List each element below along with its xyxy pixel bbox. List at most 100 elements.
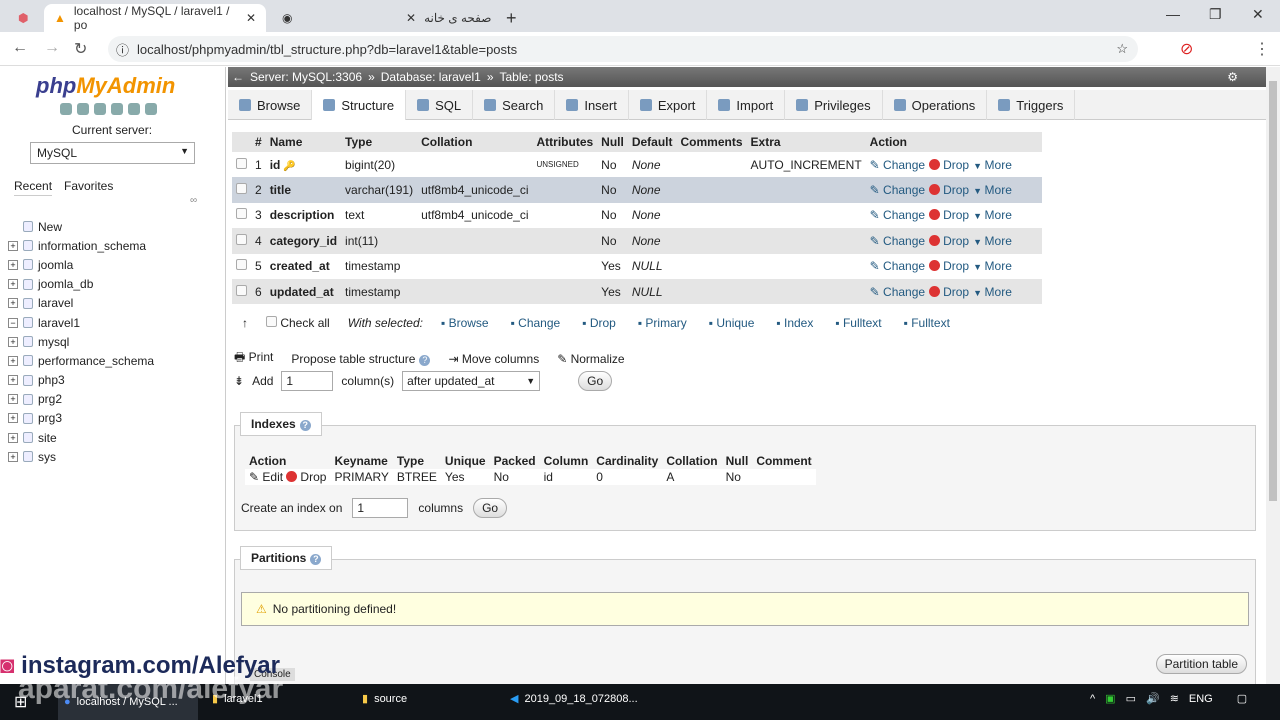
tab-triggers[interactable]: Triggers bbox=[987, 90, 1076, 120]
sidebar-item-performance-schema[interactable]: + performance_schema bbox=[8, 351, 154, 370]
column-name[interactable]: updated_at bbox=[265, 278, 342, 305]
expand-icon[interactable]: + bbox=[8, 413, 18, 424]
database-name[interactable]: laravel1 bbox=[38, 316, 80, 330]
bulk-fulltext-button[interactable]: ▪ Fulltext bbox=[904, 316, 950, 330]
row-checkbox[interactable] bbox=[236, 157, 247, 169]
more-link[interactable]: ▼ More bbox=[973, 183, 1012, 197]
volume-icon[interactable]: 🔊 bbox=[1146, 692, 1160, 705]
expand-icon[interactable]: + bbox=[8, 279, 18, 290]
docs-icon[interactable] bbox=[111, 103, 123, 115]
database-name[interactable]: joomla_db bbox=[38, 277, 93, 291]
drop-link[interactable]: Drop bbox=[929, 158, 969, 172]
column-name[interactable]: category_id bbox=[265, 228, 342, 254]
sidebar-item-joomla[interactable]: + joomla bbox=[8, 255, 154, 274]
settings-icon[interactable] bbox=[128, 103, 140, 115]
globe-tab-icon[interactable]: ◉ bbox=[272, 4, 302, 32]
logout-icon[interactable] bbox=[77, 103, 89, 115]
change-link[interactable]: ✎ Change bbox=[870, 234, 925, 248]
tree-line-icon[interactable] bbox=[8, 222, 18, 232]
bulk-primary-button[interactable]: ▪ Primary bbox=[638, 316, 687, 330]
gear-icon[interactable]: ⚙ bbox=[1227, 70, 1238, 84]
notifications-icon[interactable]: ▢ bbox=[1237, 692, 1247, 705]
recent-tab[interactable]: Recent bbox=[14, 177, 53, 196]
more-link[interactable]: ▼ More bbox=[973, 234, 1012, 248]
sidebar-item-php3[interactable]: + php3 bbox=[8, 371, 154, 390]
column-header[interactable]: Collation bbox=[417, 132, 533, 152]
column-header[interactable]: Name bbox=[265, 132, 342, 152]
tab-operations[interactable]: Operations bbox=[883, 90, 988, 120]
database-name[interactable]: prg3 bbox=[38, 411, 62, 425]
help-icon[interactable]: ? bbox=[419, 354, 431, 366]
database-name[interactable]: performance_schema bbox=[38, 354, 154, 368]
taskbar-folder-source[interactable]: ▮ source bbox=[362, 692, 407, 706]
column-name-text[interactable]: id bbox=[270, 158, 281, 172]
column-name[interactable]: title bbox=[265, 177, 342, 203]
tab-search[interactable]: Search bbox=[473, 90, 556, 120]
row-checkbox[interactable] bbox=[236, 183, 247, 195]
print-link[interactable]: 🖶 Print bbox=[234, 348, 273, 369]
sidebar-item-information-schema[interactable]: + information_schema bbox=[8, 236, 154, 255]
sidebar-item-prg3[interactable]: + prg3 bbox=[8, 409, 154, 428]
scrollbar-thumb[interactable] bbox=[1269, 81, 1277, 501]
tab-structure[interactable]: Structure bbox=[312, 90, 407, 120]
drop-link[interactable]: Drop bbox=[929, 285, 969, 299]
column-name-text[interactable]: description bbox=[270, 208, 335, 222]
change-link[interactable]: ✎ Change bbox=[870, 208, 925, 222]
column-name-text[interactable]: created_at bbox=[270, 259, 330, 273]
row-checkbox[interactable] bbox=[236, 208, 247, 220]
database-name[interactable]: php3 bbox=[38, 373, 65, 387]
breadcrumb-table[interactable]: Table: posts bbox=[500, 70, 564, 84]
close-tab-icon[interactable]: ✕ bbox=[246, 11, 256, 25]
drop-label[interactable]: Drop bbox=[300, 470, 326, 484]
sidebar-item-New[interactable]: New bbox=[8, 217, 154, 236]
expand-icon[interactable]: + bbox=[8, 240, 18, 251]
partition-table-button[interactable]: Partition table bbox=[1155, 654, 1247, 674]
column-name-text[interactable]: category_id bbox=[270, 234, 337, 248]
database-name[interactable]: information_schema bbox=[38, 239, 146, 253]
bulk-fulltext-button[interactable]: ▪ Fulltext bbox=[835, 316, 881, 330]
link-icon[interactable]: ∞ bbox=[190, 195, 197, 206]
database-name[interactable]: New bbox=[38, 220, 62, 234]
column-name[interactable]: id 🔑 bbox=[265, 152, 342, 178]
change-link[interactable]: ✎ Change bbox=[870, 158, 925, 172]
expand-icon[interactable]: + bbox=[8, 451, 18, 462]
column-header[interactable]: Action bbox=[865, 132, 1042, 152]
collapse-icon[interactable]: ← bbox=[232, 70, 244, 84]
tab-browse[interactable]: Browse bbox=[228, 90, 313, 120]
column-header[interactable]: # bbox=[251, 132, 266, 152]
favorites-tab[interactable]: Favorites bbox=[64, 177, 113, 195]
expand-icon[interactable]: + bbox=[8, 375, 18, 386]
database-name[interactable]: laravel bbox=[38, 296, 73, 310]
laravel-tab-icon[interactable]: ⬢ bbox=[8, 4, 38, 32]
expand-icon[interactable]: + bbox=[8, 394, 18, 405]
expand-icon[interactable]: + bbox=[8, 336, 18, 347]
forward-icon[interactable]: → bbox=[44, 39, 60, 57]
database-name[interactable]: site bbox=[38, 431, 57, 445]
expand-icon[interactable]: − bbox=[8, 317, 18, 328]
database-name[interactable]: mysql bbox=[38, 335, 69, 349]
bulk-browse-button[interactable]: ▪ Browse bbox=[441, 316, 489, 330]
language-indicator[interactable]: ENG bbox=[1189, 693, 1213, 705]
column-header[interactable]: Comments bbox=[676, 132, 747, 152]
move-columns-link[interactable]: ⇥ Move columns bbox=[448, 352, 539, 366]
browser-tab-active[interactable]: ▲ localhost / MySQL / laravel1 / po ✕ bbox=[44, 4, 266, 32]
scrollbar[interactable] bbox=[1266, 67, 1280, 684]
help-icon[interactable] bbox=[94, 103, 106, 115]
bulk-index-button[interactable]: ▪ Index bbox=[776, 316, 813, 330]
sidebar-item-site[interactable]: + site bbox=[8, 428, 154, 447]
chevron-up-icon[interactable]: ^ bbox=[1090, 693, 1095, 705]
breadcrumb-database[interactable]: Database: laravel1 bbox=[381, 70, 481, 84]
column-name-text[interactable]: updated_at bbox=[270, 285, 334, 299]
new-tab-button[interactable]: + bbox=[496, 4, 527, 32]
change-link[interactable]: ✎ Change bbox=[870, 183, 925, 197]
column-name[interactable]: created_at bbox=[265, 253, 342, 279]
home-icon[interactable] bbox=[60, 103, 72, 115]
url-input[interactable]: ⓘ localhost/phpmyadmin/tbl_structure.php?… bbox=[108, 36, 1138, 62]
expand-icon[interactable]: + bbox=[8, 355, 18, 366]
wifi-icon[interactable]: ≋ bbox=[1170, 692, 1179, 705]
column-header[interactable]: Attributes bbox=[532, 132, 598, 152]
drop-link[interactable]: Drop bbox=[929, 234, 969, 248]
column-name[interactable]: description bbox=[265, 202, 342, 229]
phpmyadmin-logo[interactable]: phpMyAdmin bbox=[36, 73, 175, 99]
extension-icon[interactable]: ⊘ bbox=[1180, 39, 1193, 59]
